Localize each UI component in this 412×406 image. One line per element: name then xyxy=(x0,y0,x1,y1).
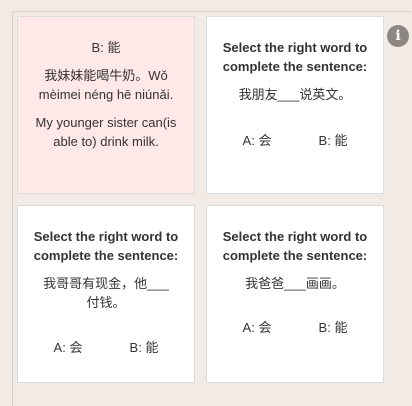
option-b[interactable]: B: 能 xyxy=(130,338,159,357)
question-sentence: 我哥哥有现金，他___付钱。 xyxy=(43,276,169,310)
options: A: 会 B: 能 xyxy=(207,131,383,150)
answer-translation: My younger sister can(is able to) drink … xyxy=(35,115,177,149)
question-sentence: 我爸爸___画画。 xyxy=(245,276,345,291)
flashcard-3[interactable]: Select the right word to complete the se… xyxy=(17,205,195,383)
option-a[interactable]: A: 会 xyxy=(243,318,272,337)
question-sentence: 我朋友___说英文。 xyxy=(238,87,352,102)
question-prompt: Select the right word to complete the se… xyxy=(33,229,179,263)
option-a[interactable]: A: 会 xyxy=(243,131,272,150)
flashcard-4[interactable]: Select the right word to complete the se… xyxy=(206,205,384,383)
option-b[interactable]: B: 能 xyxy=(319,131,348,150)
question-prompt: Select the right word to complete the se… xyxy=(222,40,368,74)
info-icon[interactable]: i xyxy=(387,25,409,47)
option-b[interactable]: B: 能 xyxy=(319,318,348,337)
flashcard-2[interactable]: Select the right word to complete the se… xyxy=(206,16,384,194)
question-prompt: Select the right word to complete the se… xyxy=(222,229,368,263)
options: A: 会 B: 能 xyxy=(18,338,194,357)
answer-label: B: 能 xyxy=(91,40,121,55)
options: A: 会 B: 能 xyxy=(207,318,383,337)
option-a[interactable]: A: 会 xyxy=(54,338,83,357)
answer-sentence: 我妹妹能喝牛奶。Wǒ mèimei néng hē niúnǎi. xyxy=(38,68,174,102)
flashcard-1-answer[interactable]: B: 能 我妹妹能喝牛奶。Wǒ mèimei néng hē niúnǎi. M… xyxy=(17,16,195,194)
